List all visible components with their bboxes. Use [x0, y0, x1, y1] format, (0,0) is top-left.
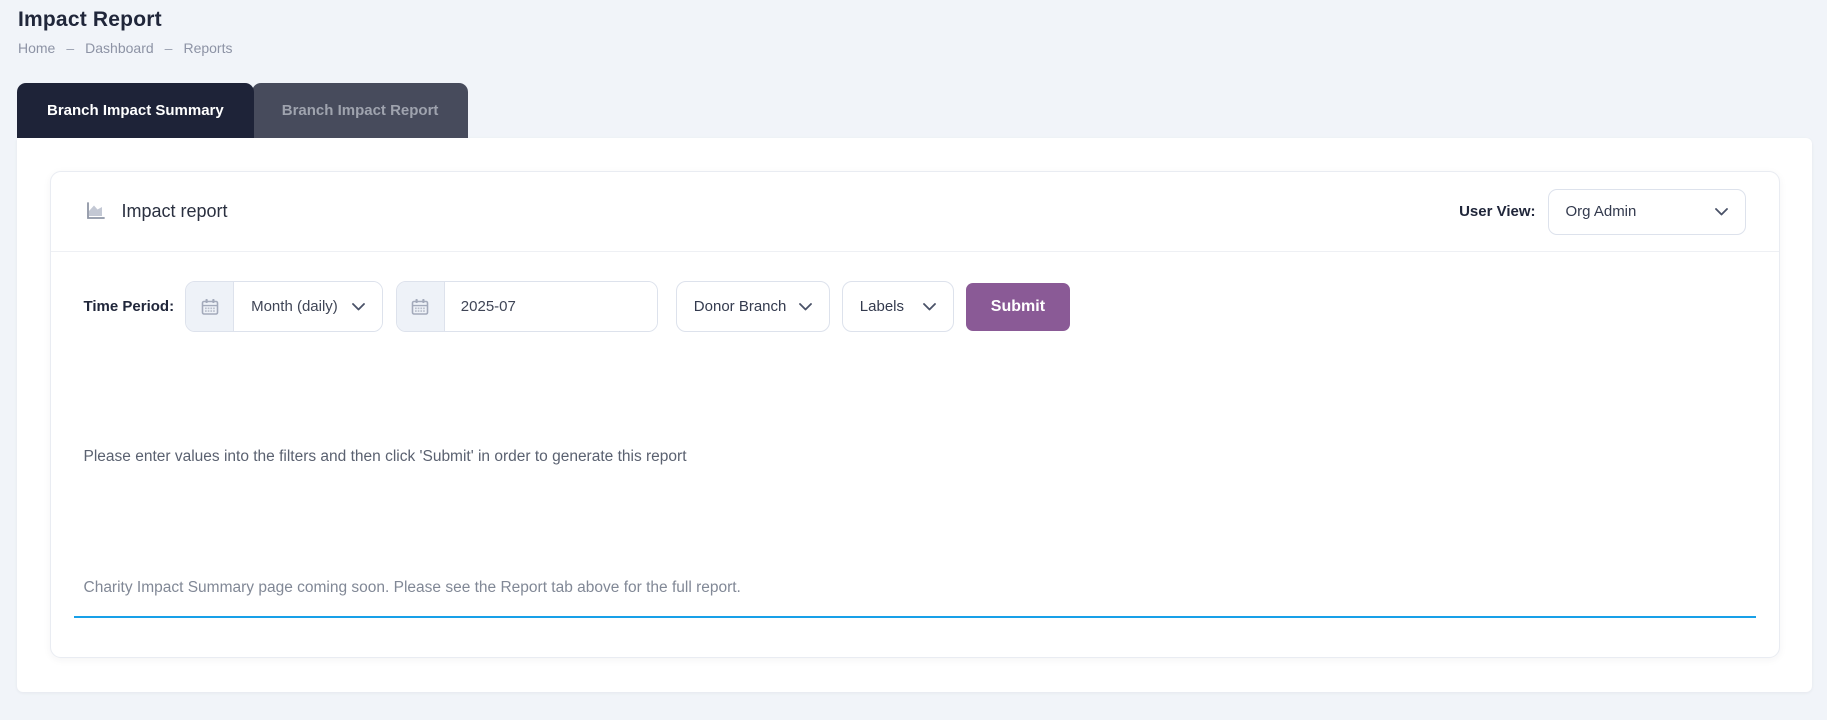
- calendar-icon: [397, 282, 445, 331]
- tab-branch-impact-summary[interactable]: Branch Impact Summary: [17, 83, 254, 138]
- filter-instruction-text: Please enter values into the filters and…: [84, 448, 1746, 466]
- breadcrumb-reports[interactable]: Reports: [183, 40, 232, 56]
- breadcrumb-separator: –: [165, 40, 173, 56]
- chevron-down-icon: [799, 303, 812, 311]
- chevron-down-icon: [1715, 208, 1728, 216]
- page-title: Impact Report: [18, 8, 1809, 32]
- chevron-down-icon: [352, 303, 365, 311]
- card-header: Impact report User View: Org Admin: [51, 172, 1779, 252]
- card-title: Impact report: [122, 201, 228, 222]
- time-period-label: Time Period:: [84, 298, 175, 315]
- tab-label: Branch Impact Summary: [47, 102, 224, 119]
- tab-label: Branch Impact Report: [282, 102, 439, 119]
- report-panel: Impact report User View: Org Admin Time …: [17, 138, 1812, 692]
- impact-report-card: Impact report User View: Org Admin Time …: [50, 171, 1780, 658]
- page-header: Impact Report Home – Dashboard – Reports: [0, 0, 1827, 56]
- labels-placeholder: Labels: [860, 298, 904, 315]
- user-view-select[interactable]: Org Admin: [1548, 189, 1746, 235]
- area-chart-icon: [84, 201, 107, 222]
- user-view-label: User View:: [1459, 203, 1535, 220]
- report-tabs: Branch Impact Summary Branch Impact Repo…: [17, 83, 1827, 138]
- user-view-selected-value: Org Admin: [1566, 203, 1637, 220]
- submit-button[interactable]: Submit: [966, 283, 1070, 331]
- tab-branch-impact-report[interactable]: Branch Impact Report: [252, 83, 469, 138]
- period-type-select[interactable]: Month (daily): [234, 282, 382, 331]
- period-value-group: [396, 281, 658, 332]
- breadcrumb: Home – Dashboard – Reports: [18, 40, 1809, 56]
- period-type-selected-value: Month (daily): [251, 298, 338, 315]
- blue-divider: [74, 616, 1756, 618]
- calendar-icon: [186, 282, 234, 331]
- period-value-input[interactable]: [445, 282, 657, 331]
- chevron-down-icon: [923, 303, 936, 311]
- breadcrumb-separator: –: [66, 40, 74, 56]
- donor-branch-placeholder: Donor Branch: [694, 298, 787, 315]
- breadcrumb-home[interactable]: Home: [18, 40, 55, 56]
- breadcrumb-dashboard[interactable]: Dashboard: [85, 40, 154, 56]
- coming-soon-text: Charity Impact Summary page coming soon.…: [84, 579, 1746, 597]
- labels-select[interactable]: Labels: [842, 281, 954, 332]
- user-view-group: User View: Org Admin: [1459, 189, 1745, 235]
- donor-branch-select[interactable]: Donor Branch: [676, 281, 830, 332]
- filter-row: Time Period: Month: [51, 252, 1779, 332]
- period-type-group: Month (daily): [185, 281, 383, 332]
